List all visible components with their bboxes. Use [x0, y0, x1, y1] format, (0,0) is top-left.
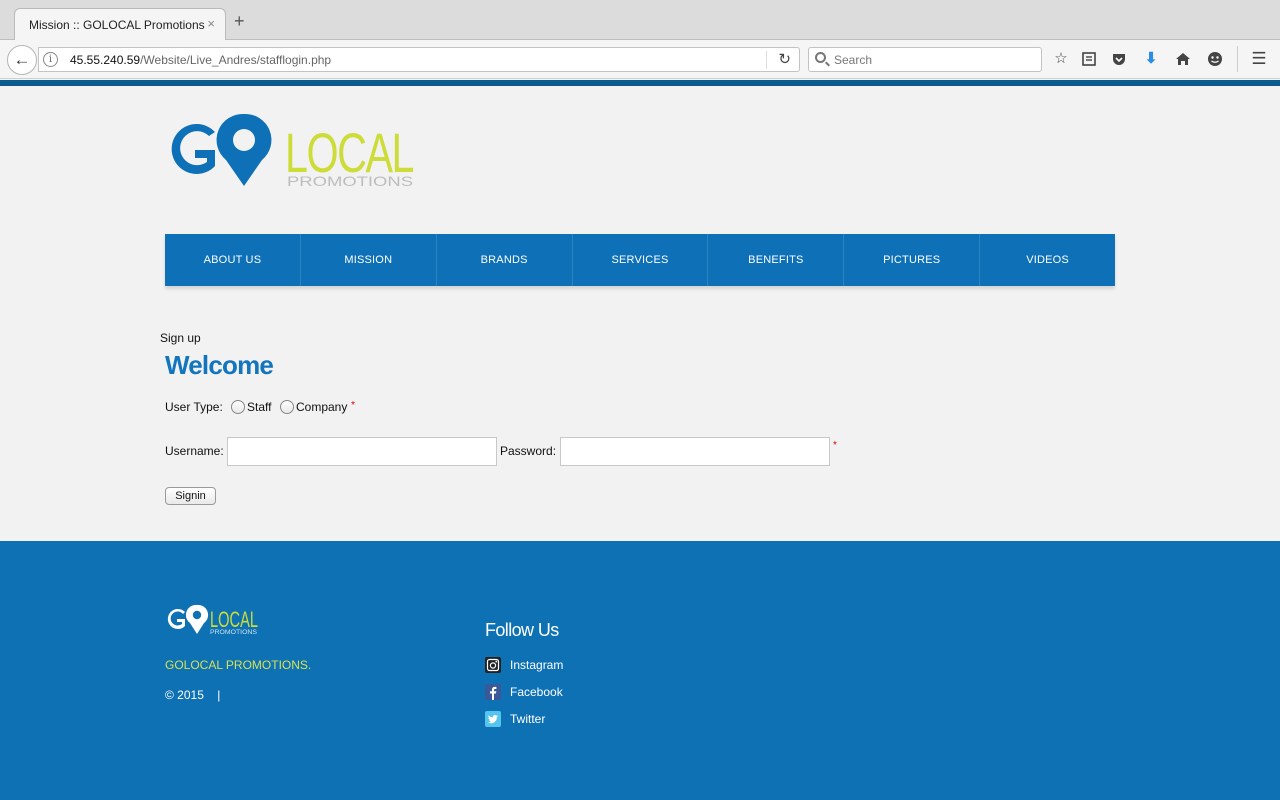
instagram-icon[interactable]: [485, 657, 501, 673]
company-label[interactable]: Company: [296, 400, 347, 414]
nav-item-brands[interactable]: BRANDS: [437, 234, 573, 286]
footer-company-name: GOLOCAL PROMOTIONS.: [165, 658, 312, 672]
new-tab-button[interactable]: +: [234, 12, 245, 30]
reading-list-icon[interactable]: [1079, 49, 1099, 69]
company-radio[interactable]: [280, 400, 294, 414]
nav-item-pictures[interactable]: PICTURES: [844, 234, 981, 286]
site-logo[interactable]: LOCAL PROMOTIONS: [165, 110, 416, 190]
required-mark: *: [833, 440, 837, 451]
username-label: Username:: [165, 444, 224, 458]
logo-promotions-text: PROMOTIONS: [287, 173, 413, 189]
url-divider: [766, 51, 767, 69]
password-label: Password:: [500, 444, 557, 458]
password-field[interactable]: [560, 437, 830, 466]
browser-tab[interactable]: Mission :: GOLOCAL Promotions ×: [14, 8, 226, 40]
footer-logo-promotions: PROMOTIONS: [210, 630, 257, 636]
nav-item-videos[interactable]: VIDEOS: [980, 234, 1115, 286]
url-host: 45.55.240.59: [70, 53, 141, 67]
nav-item-mission[interactable]: MISSION: [301, 234, 437, 286]
follow-us-heading: Follow Us: [485, 620, 559, 640]
hamburger-menu-icon[interactable]: ☰: [1249, 49, 1269, 69]
tab-close-icon[interactable]: ×: [207, 16, 215, 31]
home-icon[interactable]: [1173, 49, 1193, 69]
toolbar-divider: [1237, 46, 1238, 72]
download-icon[interactable]: ⬇: [1141, 49, 1161, 69]
twitter-link[interactable]: Twitter: [510, 712, 545, 726]
back-icon[interactable]: ←: [7, 45, 37, 75]
page-title: Welcome: [165, 350, 274, 380]
signin-button[interactable]: Signin: [165, 487, 216, 505]
main-nav: ABOUT US MISSION BRANDS SERVICES BENEFIT…: [165, 234, 1115, 286]
url-path: /Website/Live_Andres/stafflogin.php: [140, 53, 332, 67]
username-field[interactable]: [227, 437, 497, 466]
signup-label: Sign up: [160, 331, 201, 345]
search-icon: [815, 52, 826, 63]
twitter-icon[interactable]: [485, 711, 501, 727]
nav-item-services[interactable]: SERVICES: [573, 234, 709, 286]
tab-title: Mission :: GOLOCAL Promotions: [29, 18, 205, 32]
url-bar[interactable]: i 45.55.240.59/Website/Live_Andres/staff…: [38, 47, 800, 72]
nav-item-about-us[interactable]: ABOUT US: [165, 234, 301, 286]
facebook-icon[interactable]: [485, 684, 501, 700]
smiley-icon[interactable]: [1205, 49, 1225, 69]
footer-logo-local: LOCAL: [210, 607, 258, 632]
required-mark: *: [351, 400, 355, 411]
nav-item-benefits[interactable]: BENEFITS: [708, 234, 845, 286]
facebook-link[interactable]: Facebook: [510, 685, 563, 699]
footer-copyright: © 2015 |: [165, 688, 221, 702]
staff-radio[interactable]: [231, 400, 245, 414]
footer-logo[interactable]: LOCAL PROMOTIONS: [165, 603, 260, 637]
instagram-link[interactable]: Instagram: [510, 658, 563, 672]
browser-tabstrip: Mission :: GOLOCAL Promotions × +: [0, 0, 1280, 40]
search-placeholder: Search: [834, 53, 873, 67]
bookmark-star-icon[interactable]: ☆: [1051, 49, 1071, 69]
pocket-icon[interactable]: [1109, 49, 1129, 69]
reload-icon[interactable]: ↻: [778, 50, 791, 68]
browser-navbar: ← i 45.55.240.59/Website/Live_Andres/sta…: [0, 40, 1280, 79]
info-icon[interactable]: i: [43, 52, 58, 67]
url-text: 45.55.240.59/Website/Live_Andres/stafflo…: [70, 53, 331, 67]
staff-label[interactable]: Staff: [247, 400, 271, 414]
search-input[interactable]: Search: [808, 47, 1042, 72]
user-type-label: User Type:: [165, 400, 223, 414]
